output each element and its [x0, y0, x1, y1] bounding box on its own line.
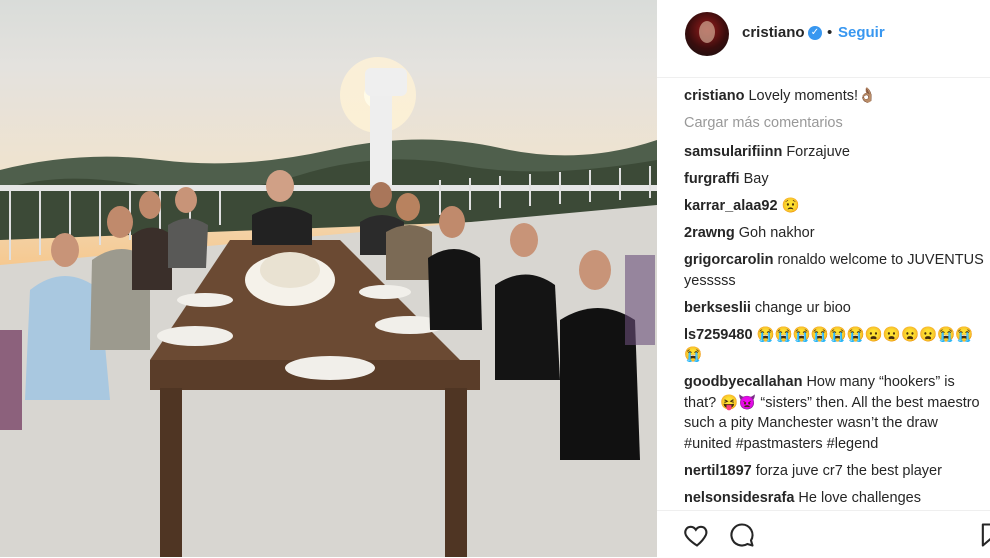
post-side-panel: cristiano ✓ • Seguir cristiano Lovely mom… [657, 0, 990, 557]
comment-item: samsularifiinn Forzajuve [684, 142, 984, 163]
bookmark-icon[interactable] [977, 521, 990, 551]
comment-text: forza juve cr7 the best player [755, 462, 942, 479]
comments-list[interactable]: cristiano Lovely moments!👌🏽 Cargar más co… [684, 86, 984, 510]
post-photo[interactable] [0, 0, 657, 557]
verified-badge-icon: ✓ [808, 26, 822, 40]
post-actions-bar [657, 510, 990, 558]
separator-dot: • [827, 24, 833, 41]
comment-username[interactable]: karrar_alaa92 [684, 198, 778, 214]
comment-item: karrar_alaa92 😟 [684, 196, 984, 217]
post-header: cristiano ✓ • Seguir [657, 0, 990, 78]
comment-item: nertil1897 forza juve cr7 the best player [684, 461, 984, 482]
caption: cristiano Lovely moments!👌🏽 [684, 86, 984, 107]
follow-button[interactable]: Seguir [838, 24, 885, 41]
comment-username[interactable]: 2rawng [684, 225, 735, 241]
comment-icon[interactable] [728, 521, 758, 551]
caption-text: Lovely moments!👌🏽 [748, 88, 877, 104]
comment-text: Forzajuve [786, 144, 850, 160]
comment-item: furgraffi Bay [684, 169, 984, 190]
comment-item: ls7259480 😭😭😭😭😭😭😦😦😦😦😭😭😭 [684, 325, 984, 366]
dinner-table-scene [0, 57, 657, 557]
comment-username[interactable]: berkseslii [684, 300, 751, 316]
comment-username[interactable]: grigorcarolin [684, 252, 773, 268]
comment-item: 2rawng Goh nakhor [684, 223, 984, 244]
comment-text: He love challenges [798, 489, 921, 506]
comment-item: grigorcarolin ronaldo welcome to JUVENTUS… [684, 250, 984, 291]
comment-item: nelsonsidesrafa He love challenges [684, 488, 984, 509]
avatar[interactable] [685, 12, 729, 56]
comment-text: Bay [743, 171, 769, 187]
comment-username[interactable]: ls7259480 [684, 327, 753, 343]
comment-text: Goh nakhor [738, 225, 815, 241]
post-username[interactable]: cristiano [742, 24, 805, 41]
load-more-comments-button[interactable]: Cargar más comentarios [684, 113, 984, 133]
heart-icon[interactable] [683, 521, 713, 551]
comment-item: goodbyecallahan How many “hookers” is tha… [684, 372, 984, 454]
comment-item: berkseslii change ur bioo [684, 298, 984, 319]
comment-text: change ur bioo [754, 299, 851, 316]
comment-username[interactable]: nertil1897 [684, 463, 752, 479]
comment-text: 😟 [781, 198, 800, 214]
comment-username[interactable]: furgraffi [684, 171, 740, 187]
comment-username[interactable]: nelsonsidesrafa [684, 490, 794, 506]
comment-username[interactable]: samsularifiinn [684, 144, 782, 160]
comment-username[interactable]: goodbyecallahan [684, 374, 802, 390]
caption-username[interactable]: cristiano [684, 88, 744, 104]
